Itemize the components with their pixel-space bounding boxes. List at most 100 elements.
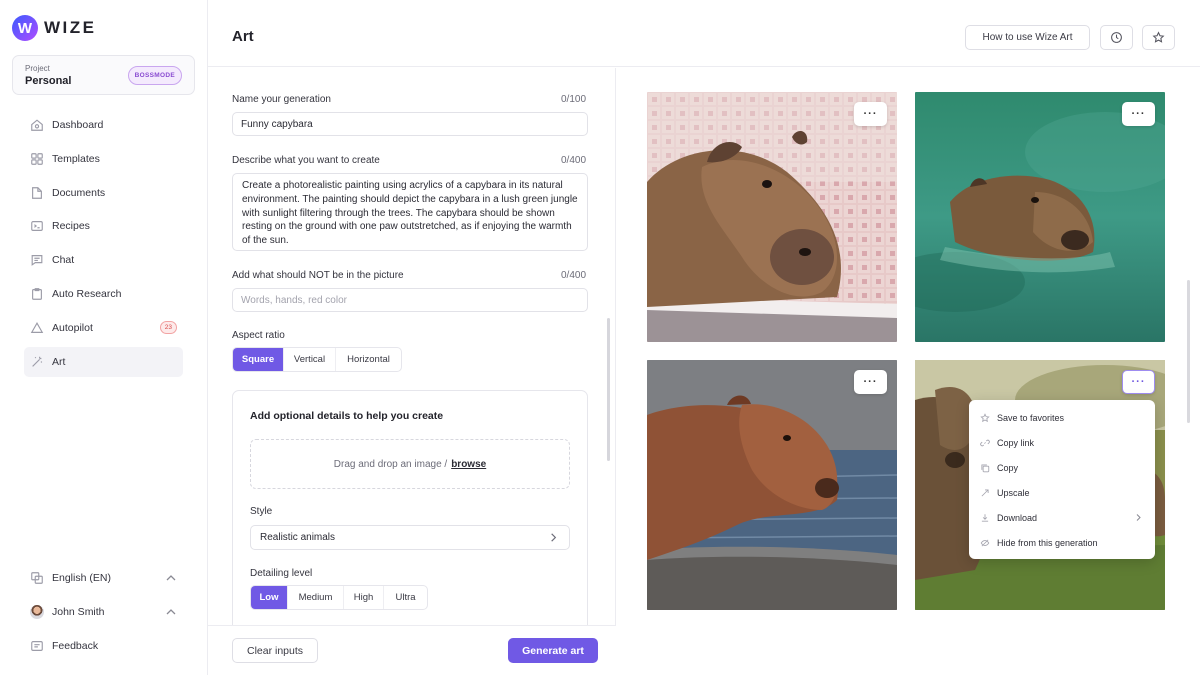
clear-inputs-button[interactable]: Clear inputs	[232, 638, 318, 663]
sidebar-item-templates[interactable]: Templates	[24, 144, 183, 174]
menu-item-label: Upscale	[997, 487, 1030, 498]
capybara-image	[647, 92, 897, 342]
document-icon	[30, 186, 44, 200]
avatar	[30, 605, 44, 619]
sidebar-item-label: Autopilot	[52, 321, 93, 334]
copy-icon	[981, 463, 990, 472]
menu-item-copy[interactable]: Copy	[969, 455, 1155, 480]
star-icon	[980, 412, 990, 422]
style-label: Style	[250, 506, 273, 517]
language-selector[interactable]: English (EN)	[24, 563, 183, 593]
image-dropzone[interactable]: Drag and drop an image / browse	[250, 439, 570, 489]
sidebar-nav: Dashboard Templates Documents Recipes Ch…	[24, 110, 183, 380]
feedback-link[interactable]: Feedback	[24, 631, 183, 661]
download-icon	[981, 513, 989, 522]
dropzone-text: Drag and drop an image /	[333, 458, 448, 470]
sidebar-item-dashboard[interactable]: Dashboard	[24, 110, 183, 140]
menu-item-download[interactable]: Download	[969, 505, 1155, 530]
sidebar: W WIZE Project Personal BOSSMODE Dashboa…	[0, 0, 208, 675]
negative-input[interactable]: Words, hands, red color	[232, 288, 588, 312]
detail-high-option[interactable]: High	[344, 586, 384, 609]
image-options-button[interactable]: ···	[1122, 370, 1155, 394]
name-counter: 0/100	[561, 94, 587, 105]
sidebar-item-label: Art	[52, 355, 66, 368]
menu-item-upscale[interactable]: Upscale	[969, 480, 1155, 505]
menu-item-copy-link[interactable]: Copy link	[969, 430, 1155, 455]
brand-name: WIZE	[44, 18, 97, 37]
chevron-right-icon	[1136, 514, 1141, 521]
name-label: Name your generation	[232, 94, 331, 105]
link-icon	[980, 439, 990, 446]
generated-image[interactable]: ···	[915, 92, 1165, 342]
form-footer: Clear inputs Generate art	[208, 625, 616, 675]
sidebar-item-label: Recipes	[52, 220, 90, 233]
sidebar-item-auto-research[interactable]: Auto Research	[24, 279, 183, 309]
menu-item-label: Copy link	[997, 437, 1035, 448]
capybara-image	[647, 360, 897, 610]
browse-link[interactable]: browse	[451, 459, 486, 470]
sidebar-item-recipes[interactable]: Recipes	[24, 211, 183, 241]
detailing-selector: Low Medium High Ultra	[250, 585, 428, 610]
project-switcher[interactable]: Project Personal BOSSMODE	[12, 55, 195, 95]
menu-item-label: Copy	[997, 462, 1019, 473]
negative-label: Add what should NOT be in the picture	[232, 270, 404, 281]
aspect-horizontal-option[interactable]: Horizontal	[336, 348, 401, 371]
style-selector[interactable]: Realistic animals	[250, 525, 570, 550]
page-header: Art How to use Wize Art	[208, 0, 1200, 67]
sidebar-bottom: English (EN) John Smith Feedback	[24, 563, 183, 665]
aspect-vertical-option[interactable]: Vertical	[284, 348, 336, 371]
describe-textarea[interactable]: Create a photorealistic painting using a…	[232, 173, 588, 251]
detail-ultra-option[interactable]: Ultra	[384, 586, 427, 609]
generated-image[interactable]: ···	[647, 92, 897, 342]
describe-label: Describe what you want to create	[232, 155, 380, 166]
project-label: Project	[25, 64, 50, 73]
sidebar-item-autopilot[interactable]: Autopilot 23	[24, 313, 183, 343]
chat-icon	[30, 253, 44, 267]
page-title: Art	[232, 28, 254, 45]
form-scrollbar[interactable]	[607, 318, 610, 461]
history-button[interactable]	[1100, 25, 1133, 50]
detailing-label: Detailing level	[250, 568, 313, 579]
star-icon	[1152, 31, 1165, 43]
details-title: Add optional details to help you create	[250, 410, 444, 422]
aspect-ratio-label: Aspect ratio	[232, 330, 285, 341]
hide-icon	[980, 539, 990, 546]
sidebar-item-documents[interactable]: Documents	[24, 178, 183, 208]
translate-icon	[30, 571, 44, 585]
sidebar-item-chat[interactable]: Chat	[24, 245, 183, 275]
chevron-up-icon	[166, 575, 176, 581]
bossmode-badge: BOSSMODE	[127, 66, 182, 85]
terminal-icon	[30, 219, 44, 233]
favorites-button[interactable]	[1142, 25, 1175, 50]
capybara-image	[915, 92, 1165, 342]
logo[interactable]: W WIZE	[12, 15, 97, 41]
language-label: English (EN)	[52, 572, 111, 584]
name-input[interactable]: Funny capybara	[232, 112, 588, 136]
image-options-button[interactable]: ···	[854, 370, 887, 394]
gallery-scrollbar[interactable]	[1187, 280, 1190, 423]
feedback-label: Feedback	[52, 640, 99, 652]
triangle-icon	[30, 321, 44, 335]
optional-details-card: Add optional details to help you create …	[232, 390, 588, 625]
image-options-button[interactable]: ···	[854, 102, 887, 126]
generate-art-button[interactable]: Generate art	[508, 638, 598, 663]
menu-item-save-to-favorites[interactable]: Save to favorites	[969, 405, 1155, 430]
detail-medium-option[interactable]: Medium	[288, 586, 344, 609]
user-menu[interactable]: John Smith	[24, 597, 183, 627]
image-options-button[interactable]: ···	[1122, 102, 1155, 126]
clock-icon	[1111, 32, 1122, 43]
menu-item-hide-from-generation[interactable]: Hide from this generation	[969, 530, 1155, 555]
sidebar-item-art[interactable]: Art	[24, 346, 183, 377]
sidebar-item-label: Dashboard	[52, 119, 104, 131]
menu-item-label: Download	[997, 512, 1038, 523]
aspect-square-option[interactable]: Square	[233, 348, 284, 371]
detail-low-option[interactable]: Low	[251, 586, 288, 609]
grid-icon	[30, 152, 44, 166]
generated-image[interactable]: ···	[647, 360, 897, 610]
generated-gallery: ··· ··· ··· ···	[616, 68, 1200, 675]
how-to-use-button[interactable]: How to use Wize Art	[965, 25, 1090, 50]
sidebar-item-label: Documents	[52, 186, 106, 199]
negative-counter: 0/400	[561, 270, 587, 281]
clipboard-icon	[30, 287, 44, 301]
upscale-icon	[981, 488, 989, 496]
